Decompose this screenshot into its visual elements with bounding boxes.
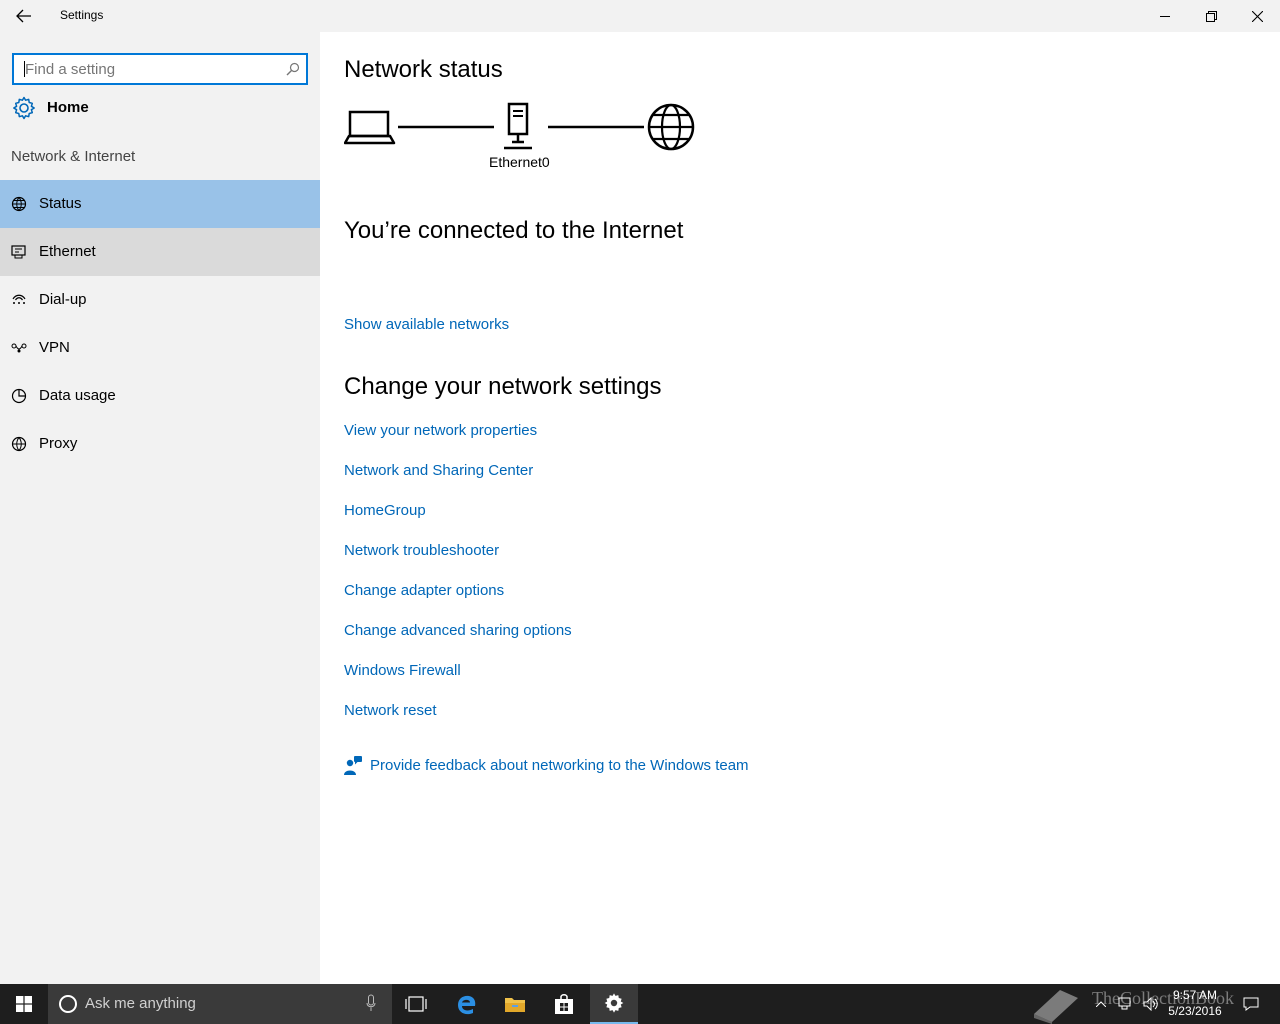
advanced-sharing-options-link[interactable]: Change advanced sharing options	[344, 622, 572, 639]
show-hidden-icons-button[interactable]	[1092, 984, 1110, 1024]
sidebar-item-dial-up[interactable]: Dial-up	[0, 276, 320, 324]
network-diagram	[344, 102, 695, 151]
dialup-icon	[12, 294, 26, 304]
close-button[interactable]	[1234, 0, 1280, 32]
feedback-person-icon	[344, 756, 362, 775]
speaker-icon	[1143, 997, 1158, 1011]
show-available-networks-link[interactable]: Show available networks	[344, 316, 509, 333]
clock[interactable]: 9:57 AM 5/23/2016	[1160, 987, 1230, 1019]
home-label: Home	[47, 99, 89, 116]
chevron-up-icon	[1096, 1001, 1106, 1007]
minimize-icon	[1160, 16, 1170, 17]
sidebar: Find a setting Home Network & Internet S…	[0, 32, 320, 984]
close-icon	[1251, 10, 1263, 22]
connection-state-text: You’re connected to the Internet	[344, 217, 684, 244]
start-button[interactable]	[0, 984, 48, 1024]
laptop-icon	[344, 110, 396, 145]
windows-logo-icon	[16, 996, 32, 1012]
back-arrow-icon	[16, 9, 31, 23]
view-network-properties-link[interactable]: View your network properties	[344, 422, 537, 439]
back-button[interactable]	[0, 0, 48, 32]
edge-icon	[458, 995, 476, 1015]
network-sharing-center-link[interactable]: Network and Sharing Center	[344, 462, 533, 479]
sidebar-item-ethernet[interactable]: Ethernet	[0, 228, 320, 276]
sidebar-item-label: Data usage	[39, 387, 116, 404]
main-content: Network status Ethernet0 You’re connecte…	[320, 32, 1280, 984]
ethernet-icon	[11, 245, 26, 259]
sidebar-item-label: Dial-up	[39, 291, 87, 308]
sidebar-item-proxy[interactable]: Proxy	[0, 420, 320, 468]
clock-time: 9:57 AM	[1172, 988, 1218, 1002]
change-settings-heading: Change your network settings	[344, 373, 662, 400]
cortana-search-box[interactable]: Ask me anything	[48, 984, 392, 1024]
sidebar-item-label: Status	[39, 195, 82, 212]
sidebar-item-vpn[interactable]: VPN	[0, 324, 320, 372]
gear-icon	[13, 96, 35, 120]
action-center-button[interactable]	[1238, 984, 1264, 1024]
home-link[interactable]: Home	[0, 92, 320, 126]
sidebar-item-status[interactable]: Status	[0, 180, 320, 228]
globe-status-icon	[11, 196, 27, 212]
cortana-search-text: Ask me anything	[85, 995, 196, 1012]
search-input[interactable]: Find a setting	[12, 53, 308, 85]
globe-icon	[647, 103, 695, 151]
task-view-button[interactable]	[392, 984, 440, 1024]
sidebar-item-label: Ethernet	[39, 243, 96, 260]
network-troubleshooter-link[interactable]: Network troubleshooter	[344, 542, 499, 559]
task-view-icon	[405, 996, 427, 1012]
sidebar-item-label: Proxy	[39, 435, 78, 452]
minimize-button[interactable]	[1142, 0, 1188, 32]
windows-firewall-link[interactable]: Windows Firewall	[344, 662, 461, 679]
network-tray-icon	[1118, 997, 1131, 1010]
store-bag-icon	[555, 994, 573, 1014]
network-status-heading: Network status	[344, 56, 503, 83]
feedback-label: Provide feedback about networking to the…	[370, 757, 749, 774]
book-logo-icon	[1034, 990, 1078, 1024]
proxy-globe-icon	[11, 436, 27, 452]
homegroup-link[interactable]: HomeGroup	[344, 502, 426, 519]
sidebar-item-label: VPN	[39, 339, 70, 356]
cortana-icon	[59, 995, 77, 1013]
folder-icon	[505, 998, 525, 1012]
store-button[interactable]	[540, 984, 588, 1024]
volume-tray-button[interactable]	[1140, 984, 1162, 1024]
file-explorer-button[interactable]	[491, 984, 539, 1024]
section-title: Network & Internet	[11, 148, 136, 165]
sidebar-item-data-usage[interactable]: Data usage	[0, 372, 320, 420]
window-title: Settings	[60, 8, 104, 22]
restore-button[interactable]	[1188, 0, 1234, 32]
network-reset-link[interactable]: Network reset	[344, 702, 437, 719]
taskbar: Ask me anything TheCollectionBook 9:57 A…	[0, 984, 1280, 1024]
data-usage-icon	[11, 388, 27, 404]
restore-icon	[1205, 10, 1217, 22]
change-adapter-options-link[interactable]: Change adapter options	[344, 582, 504, 599]
settings-taskbar-button[interactable]	[590, 984, 638, 1024]
edge-browser-button[interactable]	[442, 984, 490, 1024]
search-icon[interactable]	[286, 62, 300, 76]
search-placeholder: Find a setting	[25, 61, 116, 78]
vpn-icon	[11, 343, 27, 353]
clock-date: 5/23/2016	[1168, 1004, 1222, 1018]
settings-gear-icon	[604, 993, 624, 1013]
notification-icon	[1243, 997, 1259, 1011]
title-bar: Settings	[0, 0, 1280, 32]
server-icon	[504, 102, 532, 150]
network-tray-button[interactable]	[1115, 984, 1137, 1024]
microphone-icon[interactable]	[366, 994, 376, 1012]
adapter-name: Ethernet0	[489, 154, 550, 170]
